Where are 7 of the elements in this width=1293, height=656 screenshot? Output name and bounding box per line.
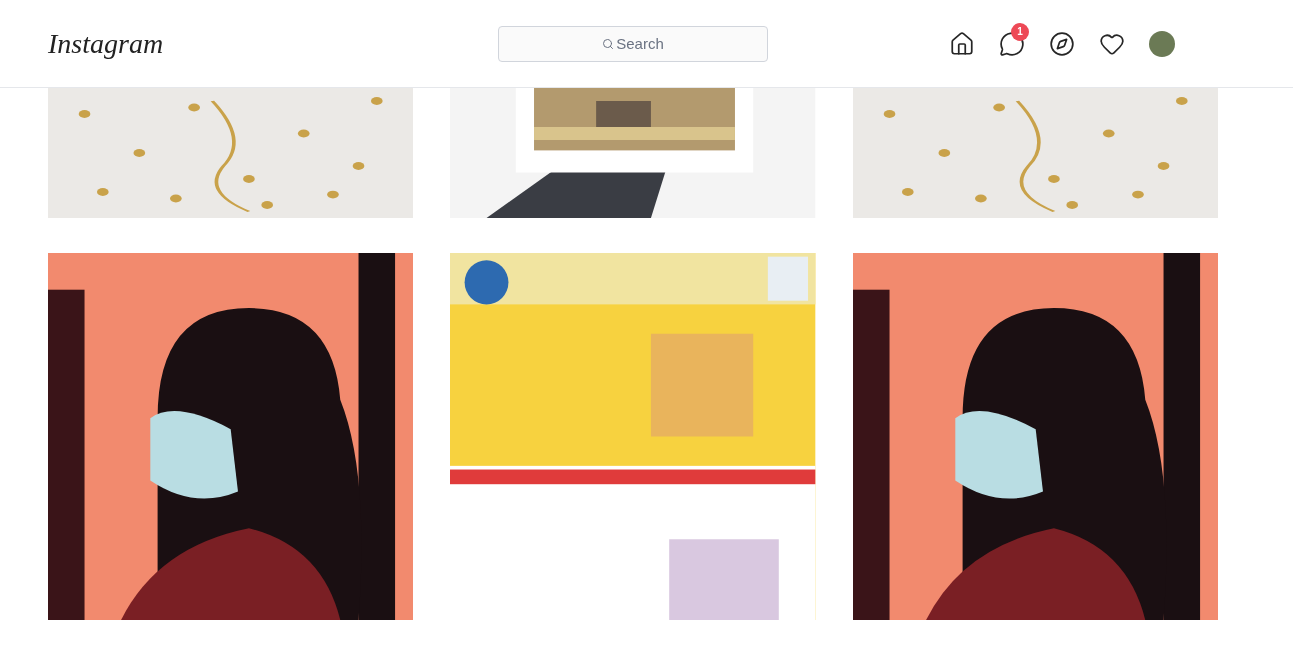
search-field[interactable]: Search xyxy=(498,25,768,62)
search-icon xyxy=(602,37,614,50)
notification-badge: 1 xyxy=(1011,22,1029,41)
instagram-logo[interactable]: Instagram xyxy=(48,27,164,59)
home-icon[interactable] xyxy=(949,30,975,57)
profile-avatar[interactable] xyxy=(1149,30,1175,57)
compass-icon[interactable] xyxy=(1049,30,1075,57)
